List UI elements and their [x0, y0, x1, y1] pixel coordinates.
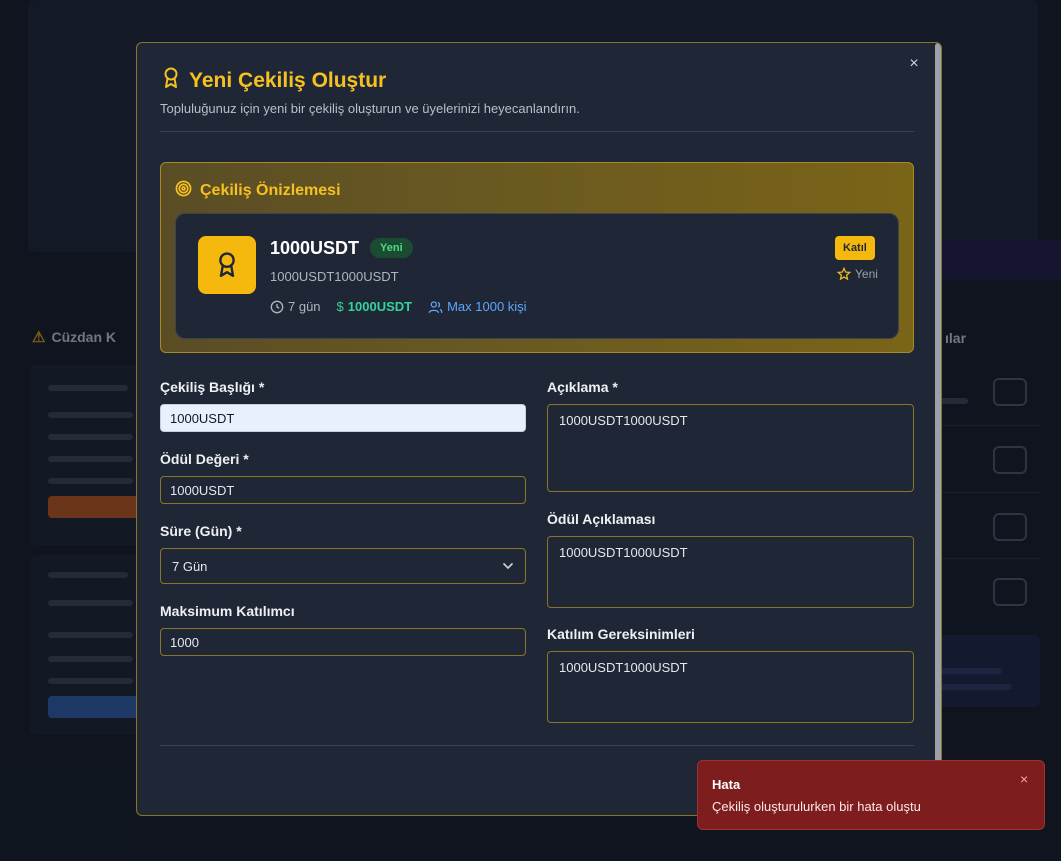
- close-icon[interactable]: ×: [907, 56, 921, 72]
- duration-label: Süre (Gün) *: [160, 523, 242, 539]
- requirements-label: Katılım Gereksinimleri: [547, 626, 695, 642]
- footer-divider: [160, 745, 914, 746]
- dollar-icon: $: [336, 299, 344, 314]
- star-icon: [837, 267, 851, 281]
- prize-description-label: Ödül Açıklaması: [547, 511, 656, 527]
- card-max: Max 1000 kişi: [428, 299, 527, 314]
- clock-icon: [270, 300, 284, 313]
- prize-value-label: Ödül Değeri *: [160, 451, 249, 467]
- card-status-text: Yeni: [855, 267, 878, 281]
- modal-scrollbar[interactable]: [935, 43, 941, 763]
- card-days-text: 7 gün: [288, 299, 321, 314]
- title-label: Çekiliş Başlığı *: [160, 379, 265, 395]
- card-prize: $ 1000USDT: [337, 299, 413, 314]
- giveaway-preview-card: 1000USDT Yeni 1000USDT1000USDT 7 gün $ 1…: [175, 213, 899, 339]
- join-button[interactable]: Katıl: [835, 236, 875, 260]
- preview-heading-row: Çekiliş Önizlemesi: [175, 180, 341, 202]
- card-description: 1000USDT1000USDT: [270, 269, 399, 284]
- title-input[interactable]: [160, 404, 526, 432]
- description-label: Açıklama *: [547, 379, 618, 395]
- header-divider: [160, 131, 914, 132]
- card-title: 1000USDT: [270, 238, 360, 258]
- modal-title: Yeni Çekiliş Oluştur: [189, 68, 387, 92]
- card-status: Yeni: [837, 267, 878, 281]
- card-days: 7 gün: [270, 299, 321, 314]
- prize-value-input[interactable]: [160, 476, 526, 504]
- duration-selected-value: 7 Gün: [172, 558, 208, 574]
- card-prize-text: 1000USDT: [347, 299, 413, 314]
- users-icon: [428, 300, 443, 313]
- award-icon: [198, 236, 256, 294]
- chevron-down-icon: [502, 562, 514, 570]
- description-textarea[interactable]: 1000USDT1000USDT: [547, 404, 914, 492]
- max-participants-label: Maksimum Katılımcı: [160, 603, 295, 619]
- card-max-text: Max 1000 kişi: [447, 299, 527, 314]
- giveaway-preview-panel: Çekiliş Önizlemesi 1000USDT Yeni 1000USD…: [160, 162, 914, 353]
- modal-subtitle: Topluluğunuz için yeni bir çekiliş oluşt…: [160, 101, 580, 116]
- create-giveaway-modal: × Yeni Çekiliş Oluştur Topluluğunuz için…: [136, 42, 942, 816]
- modal-title-row: Yeni Çekiliş Oluştur: [161, 67, 386, 94]
- duration-select[interactable]: 7 Gün: [160, 548, 526, 584]
- new-badge: Yeni: [370, 238, 413, 258]
- award-icon: [161, 67, 181, 94]
- prize-description-textarea[interactable]: 1000USDT1000USDT: [547, 536, 914, 608]
- max-participants-input[interactable]: [160, 628, 526, 656]
- target-icon: [175, 180, 192, 202]
- toast-title: Hata: [712, 777, 741, 792]
- card-meta: 7 gün $ 1000USDT Max 1000 kişi: [270, 299, 527, 314]
- toast-message: Çekiliş oluşturulurken bir hata oluştu: [712, 799, 921, 814]
- close-icon[interactable]: ×: [1020, 771, 1028, 787]
- requirements-textarea[interactable]: 1000USDT1000USDT: [547, 651, 914, 723]
- preview-heading: Çekiliş Önizlemesi: [200, 182, 341, 199]
- error-toast: Hata Çekiliş oluşturulurken bir hata olu…: [697, 760, 1045, 830]
